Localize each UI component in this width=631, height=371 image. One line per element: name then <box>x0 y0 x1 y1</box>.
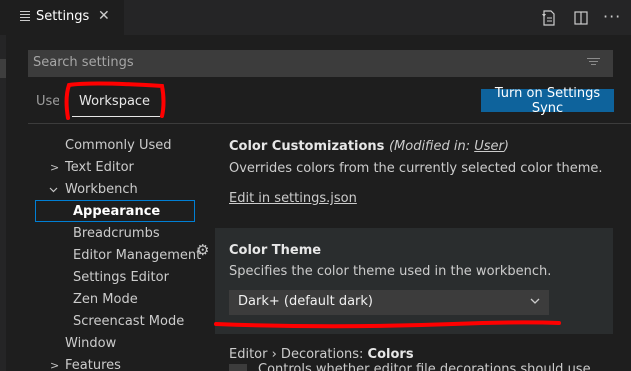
header-divider <box>28 123 631 124</box>
tab-title: Settings <box>36 9 90 24</box>
toc-item-window[interactable]: Window <box>65 336 116 351</box>
toc-item-text-editor[interactable]: Text Editor <box>65 160 134 175</box>
more-actions-icon[interactable]: ··· <box>603 7 621 26</box>
setting-title-decorations-colors: Editor › Decorations: Colors <box>229 347 414 362</box>
setting-description: Controls whether editor file decorations… <box>258 362 591 371</box>
chevron-right-icon[interactable]: > <box>50 161 59 174</box>
chevron-down-icon[interactable] <box>48 184 59 195</box>
chevron-down-icon <box>530 298 540 304</box>
gutter-scroll-indicator <box>0 59 6 78</box>
toc-item-commonly-used[interactable]: Commonly Used <box>65 138 172 153</box>
setting-title-text: Color Customizations <box>229 139 385 154</box>
edit-in-settings-json-link[interactable]: Edit in settings.json <box>229 191 357 206</box>
toc-item-settings-editor[interactable]: Settings Editor <box>73 270 169 285</box>
left-gutter <box>0 35 6 371</box>
search-input[interactable]: Search settings <box>28 50 613 77</box>
toc-item-screencast-mode[interactable]: Screencast Mode <box>73 314 184 329</box>
turn-on-settings-sync-button[interactable]: Turn on Settings Sync <box>481 86 614 116</box>
toc-item-breadcrumbs[interactable]: Breadcrumbs <box>73 226 160 241</box>
toc-item-workbench[interactable]: Workbench <box>65 182 138 197</box>
setting-description: Overrides colors from the currently sele… <box>229 161 603 176</box>
toc-item-appearance[interactable]: Appearance <box>73 204 160 219</box>
decorations-colors-checkbox[interactable] <box>229 364 247 371</box>
modified-in-indicator: (Modified in: User) <box>389 139 509 154</box>
modified-prefix: (Modified in: <box>388 139 475 154</box>
user-tab-mask <box>59 88 69 112</box>
setting-description: Specifies the color theme used in the wo… <box>229 264 552 279</box>
split-editor-icon[interactable] <box>572 9 590 27</box>
chevron-right-icon[interactable]: > <box>50 359 59 371</box>
modified-scope-link[interactable]: User <box>474 139 504 154</box>
color-theme-select[interactable]: Dark+ (default dark) <box>229 290 549 315</box>
close-icon[interactable]: ✕ <box>98 8 110 24</box>
setting-title-text: Colors <box>367 347 414 362</box>
toc-item-features[interactable]: Features <box>65 358 121 371</box>
search-placeholder: Search settings <box>33 55 134 70</box>
settings-tab[interactable]: Settings ✕ <box>0 0 124 35</box>
color-theme-value: Dark+ (default dark) <box>238 294 373 309</box>
setting-title-color-customizations: Color Customizations (Modified in: User) <box>229 139 509 154</box>
toc-item-zen-mode[interactable]: Zen Mode <box>73 292 138 307</box>
filter-icon[interactable] <box>587 58 600 69</box>
setting-title-color-theme: Color Theme <box>229 243 322 258</box>
tab-workspace[interactable]: Workspace <box>79 94 150 109</box>
hamburger-icon <box>20 11 30 23</box>
open-settings-json-icon[interactable] <box>540 9 558 27</box>
modified-suffix: ) <box>503 139 509 154</box>
workspace-tab-underline <box>72 116 162 117</box>
toc-item-editor-management[interactable]: Editor Management <box>73 248 201 263</box>
setting-category-prefix: Editor › Decorations: <box>229 347 368 362</box>
editor-tab-bar: Settings ✕ ··· <box>0 0 631 35</box>
gear-icon[interactable]: ⚙ <box>196 242 212 258</box>
